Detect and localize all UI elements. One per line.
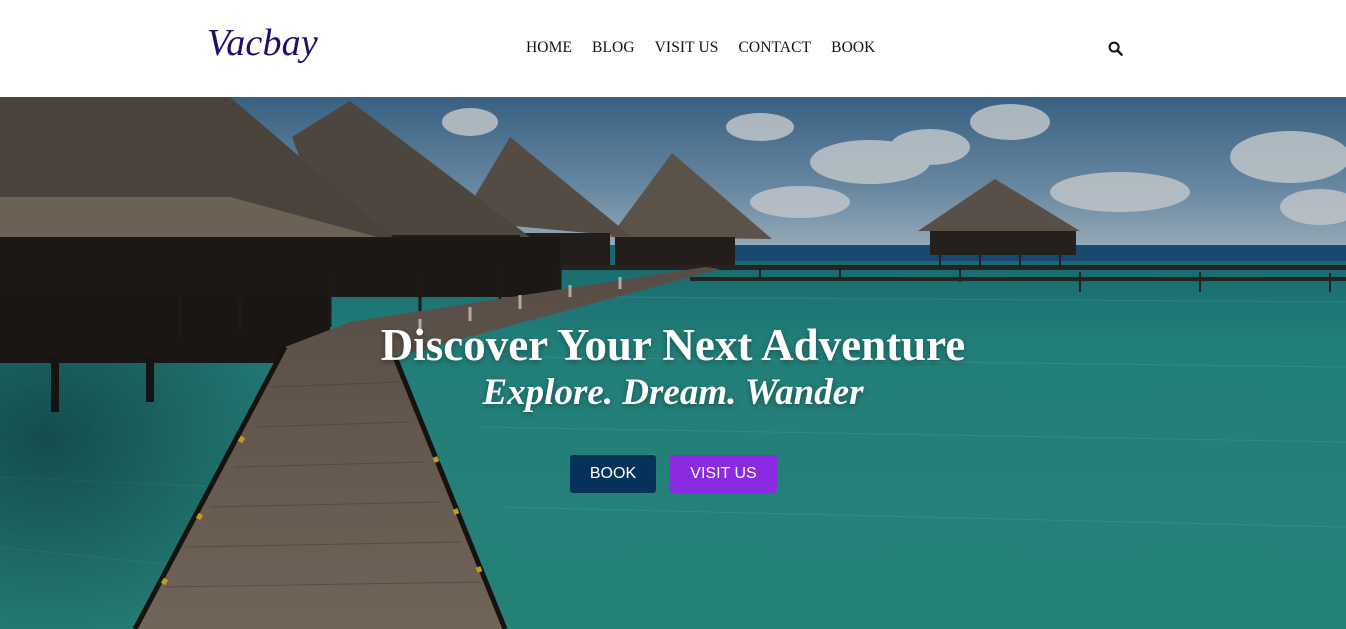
nav-link-visit-us[interactable]: VISIT US [655,39,719,56]
visit-us-button[interactable]: VISIT US [670,455,777,493]
hero-section: Discover Your Next Adventure Explore. Dr… [0,97,1346,629]
nav-item-contact: CONTACT [738,37,811,59]
nav-item-blog: BLOG [592,37,635,59]
search-icon [1108,41,1123,56]
hero-title: Discover Your Next Adventure [380,320,966,370]
nav-link-home[interactable]: HOME [526,39,572,56]
logo[interactable]: Vacbay [207,19,318,67]
search-button[interactable] [1105,38,1125,58]
book-button[interactable]: BOOK [570,455,656,493]
site-header: Vacbay HOME BLOG VISIT US CONTACT BOOK [0,0,1346,97]
nav-link-blog[interactable]: BLOG [592,39,635,56]
nav-item-home: HOME [526,37,572,59]
hero-subtitle: Explore. Dream. Wander [482,372,864,413]
nav-item-book: BOOK [831,37,875,59]
nav-item-visit-us: VISIT US [655,37,719,59]
nav-link-contact[interactable]: CONTACT [738,39,811,56]
nav-link-book[interactable]: BOOK [831,39,875,56]
main-nav: HOME BLOG VISIT US CONTACT BOOK [526,37,875,59]
